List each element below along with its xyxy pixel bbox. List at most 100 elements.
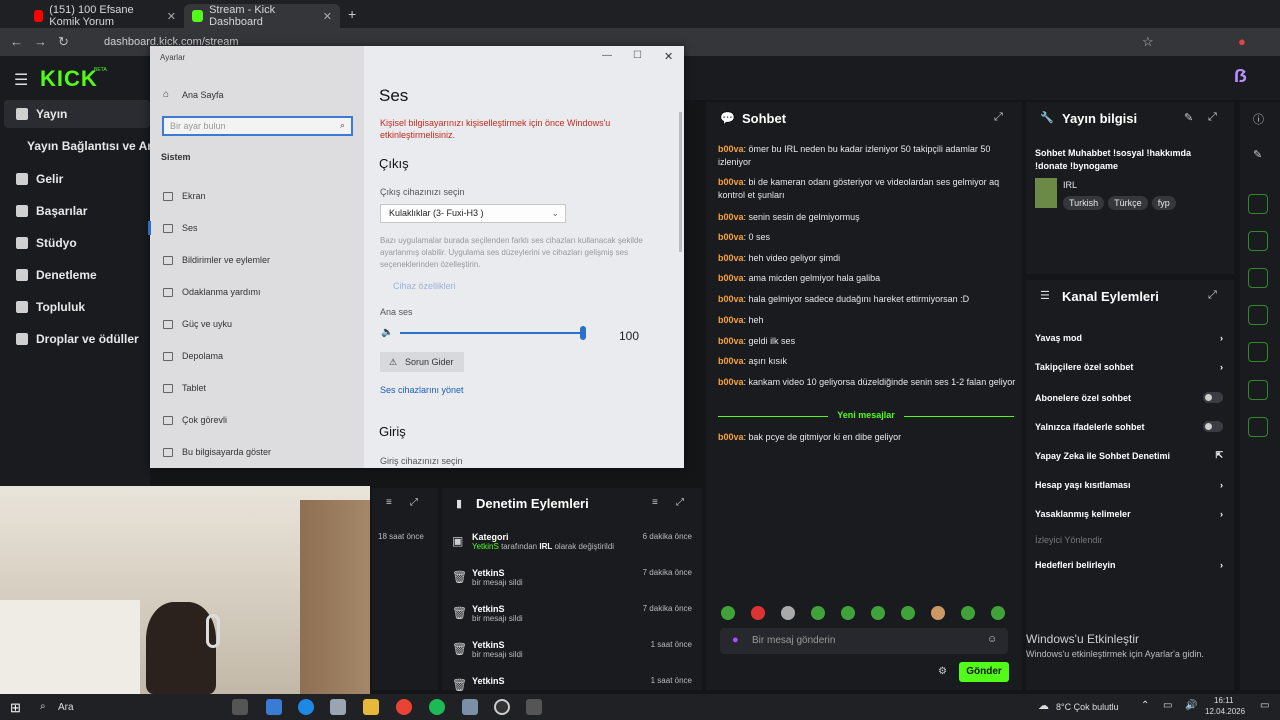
emote-icon[interactable]: [931, 606, 945, 620]
tag[interactable]: Turkish: [1063, 196, 1105, 210]
emoji-icon[interactable]: ☺: [987, 634, 997, 645]
settings-nav-item[interactable]: Çok görevli: [182, 415, 227, 425]
filter-icon[interactable]: ≡: [386, 497, 392, 508]
windows-start-icon[interactable]: ⊞: [10, 700, 21, 716]
settings-nav-item[interactable]: Depolama: [182, 351, 223, 361]
settings-nav-item[interactable]: Bu bilgisayarda göster: [182, 447, 271, 457]
info-icon[interactable]: ⓘ: [1253, 111, 1264, 127]
profile-icon[interactable]: ●: [1238, 34, 1246, 49]
menu-icon[interactable]: ☰: [14, 70, 28, 90]
volume-slider-thumb[interactable]: [580, 326, 586, 340]
edge-icon[interactable]: [298, 699, 314, 715]
emote-icon[interactable]: [961, 606, 975, 620]
popout-icon[interactable]: ⤢: [1208, 111, 1217, 124]
chat-username[interactable]: b00va: [718, 232, 744, 242]
emote-icon[interactable]: [781, 606, 795, 620]
chat-username[interactable]: b00va: [718, 273, 744, 283]
chat-settings-icon[interactable]: ⚙: [938, 666, 947, 677]
minimize-icon[interactable]: —: [602, 50, 612, 61]
popout-icon[interactable]: ⤢: [994, 111, 1003, 124]
network-icon[interactable]: ▭: [1163, 700, 1172, 711]
reload-icon[interactable]: ↻: [58, 34, 69, 50]
sidebar-item-stream-key[interactable]: Yayın Bağlantısı ve Anah: [27, 139, 169, 153]
chat-username[interactable]: b00va: [718, 212, 744, 222]
emote-icon[interactable]: [901, 606, 915, 620]
emote-icon[interactable]: [841, 606, 855, 620]
popout-icon[interactable]: ⤢: [676, 497, 684, 508]
sidebar-item-basarilar[interactable]: Başarılar: [16, 204, 87, 218]
file-explorer-icon[interactable]: [363, 699, 379, 715]
forward-icon[interactable]: →: [34, 34, 47, 49]
chat-username[interactable]: b00va: [718, 144, 744, 154]
action-ai-moderation[interactable]: Yapay Zeka ile Sohbet Denetimi ⇱: [1035, 450, 1223, 461]
settings-scrollbar[interactable]: [679, 112, 682, 252]
chat-username[interactable]: b00va: [718, 294, 744, 304]
action-followers-only[interactable]: Takipçilere özel sohbet ›: [1035, 362, 1223, 372]
manage-devices-link[interactable]: Ses cihazlarını yönet: [380, 385, 464, 395]
notification-icon[interactable]: ▭: [1260, 700, 1269, 711]
app-icon[interactable]: [462, 699, 478, 715]
widget-icon[interactable]: [1248, 305, 1268, 325]
new-tab-icon[interactable]: +: [348, 6, 356, 22]
settings-home[interactable]: Ana Sayfa: [182, 90, 224, 100]
chat-message-input[interactable]: Bir mesaj gönderin: [720, 628, 1008, 654]
widget-icon[interactable]: [1248, 194, 1268, 214]
emote-icon[interactable]: [721, 606, 735, 620]
close-icon[interactable]: ✕: [167, 10, 176, 23]
store-icon[interactable]: [330, 699, 346, 715]
chrome-icon[interactable]: [396, 699, 412, 715]
toggle-switch[interactable]: [1203, 421, 1223, 432]
chat-username[interactable]: b00va: [718, 336, 744, 346]
spotify-icon[interactable]: [429, 699, 445, 715]
chat-username[interactable]: b00va: [718, 315, 744, 325]
sidebar-item-yayin[interactable]: Yayın: [4, 100, 150, 128]
send-button[interactable]: Gönder: [959, 662, 1009, 682]
toggle-switch[interactable]: [1203, 392, 1223, 403]
weather-text[interactable]: 8°C Çok bulutlu: [1056, 702, 1119, 712]
action-banned-words[interactable]: Yasaklanmış kelimeler ›: [1035, 509, 1223, 519]
emote-icon[interactable]: [811, 606, 825, 620]
taskbar-search-icon[interactable]: ⌕: [40, 701, 46, 712]
widget-icon[interactable]: [1248, 268, 1268, 288]
chat-username[interactable]: b00va: [718, 377, 744, 387]
chat-username[interactable]: b00va: [718, 253, 744, 263]
sidebar-item-gelir[interactable]: Gelir: [16, 172, 63, 186]
emote-icon[interactable]: [871, 606, 885, 620]
settings-nav-item[interactable]: Bildirimler ve eylemler: [182, 255, 270, 265]
microphone-icon[interactable]: ●: [732, 634, 739, 646]
tag[interactable]: fyp: [1151, 196, 1176, 210]
volume-slider[interactable]: [400, 332, 584, 334]
settings-nav-item[interactable]: Tablet: [182, 383, 206, 393]
settings-nav-item[interactable]: Ses: [182, 223, 198, 233]
output-device-select[interactable]: Kulaklıklar (3- Fuxi-H3 ) ⌄: [380, 204, 566, 223]
volume-tray-icon[interactable]: 🔊: [1185, 700, 1197, 711]
widget-icon[interactable]: [1248, 342, 1268, 362]
clock-date[interactable]: 12.04.2026: [1205, 707, 1245, 716]
settings-nav-item[interactable]: Ekran: [182, 191, 206, 201]
popout-icon[interactable]: ⤢: [1208, 289, 1217, 302]
obs-icon[interactable]: [494, 699, 510, 715]
device-properties-link[interactable]: Cihaz özellikleri: [393, 281, 456, 291]
popout-icon[interactable]: ⤢: [410, 497, 418, 508]
close-window-icon[interactable]: ✕: [664, 50, 673, 63]
troubleshoot-button[interactable]: ⚠ Sorun Gider: [380, 352, 464, 372]
tag[interactable]: Türkçe: [1108, 196, 1148, 210]
back-icon[interactable]: ←: [10, 34, 23, 49]
sidebar-item-studyo[interactable]: Stüdyo: [16, 236, 77, 250]
taskbar-search[interactable]: Ara: [58, 702, 74, 713]
pen-icon[interactable]: ✎: [1253, 148, 1262, 161]
close-icon[interactable]: ✕: [323, 10, 332, 23]
action-subscribers-only[interactable]: Abonelere özel sohbet: [1035, 392, 1223, 403]
action-slow-mode[interactable]: Yavaş mod ›: [1035, 333, 1223, 343]
sidebar-item-droplar[interactable]: Droplar ve ödüller: [16, 332, 139, 346]
sidebar-item-denetleme[interactable]: Denetleme: [16, 268, 97, 282]
settings-search-input[interactable]: Bir ayar bulun: [162, 116, 353, 136]
action-emote-only[interactable]: Yalnızca ifadelerle sohbet: [1035, 421, 1223, 432]
kick-logo[interactable]: KICK: [40, 66, 98, 92]
emote-icon[interactable]: [991, 606, 1005, 620]
bookmark-star-icon[interactable]: ☆: [1142, 34, 1154, 50]
category-label[interactable]: IRL: [1063, 180, 1077, 190]
user-avatar[interactable]: ẞ: [1234, 66, 1254, 88]
widget-icon[interactable]: [1248, 380, 1268, 400]
settings-app-icon[interactable]: [526, 699, 542, 715]
